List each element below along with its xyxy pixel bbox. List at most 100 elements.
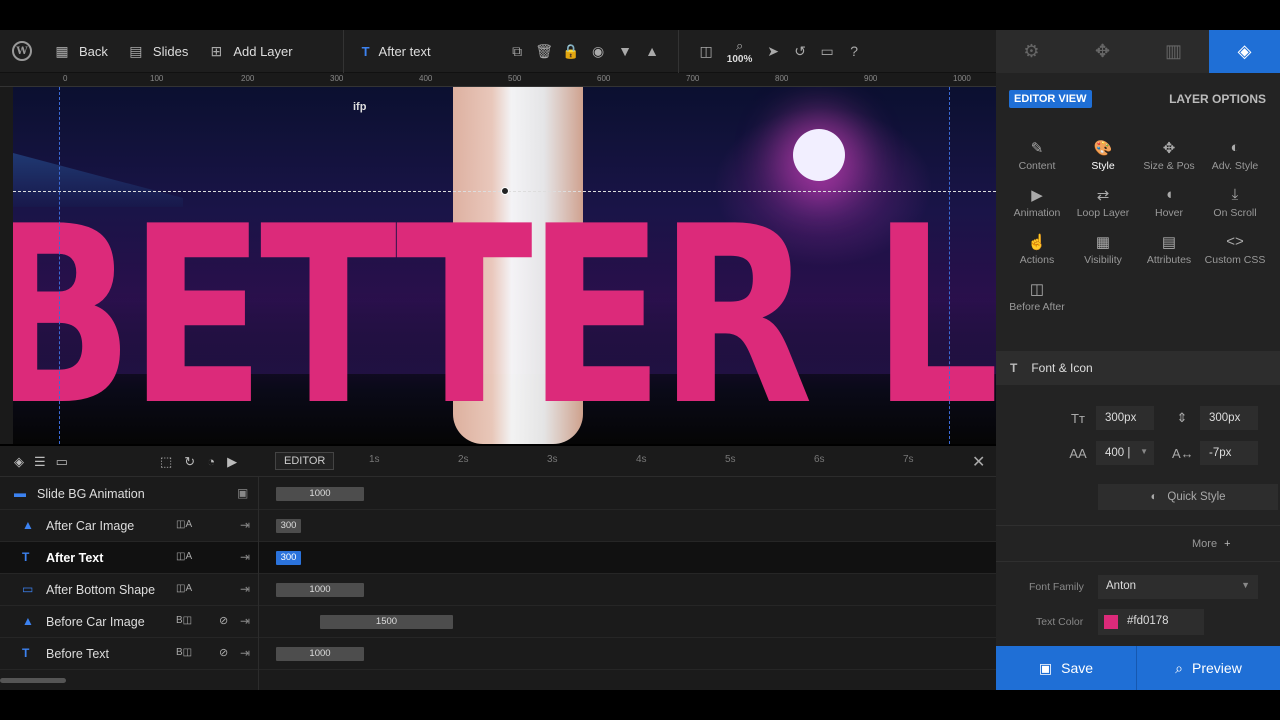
time-marker: 7s (903, 454, 914, 465)
editor-label: EDITOR (275, 452, 335, 470)
settings-tab[interactable]: ⚙ (996, 30, 1067, 73)
timeline-bar[interactable]: 1000 (276, 583, 364, 597)
split-view-icon[interactable]: ◫ (693, 43, 720, 60)
before-tag: B◫ (176, 615, 193, 626)
hidden-eye-icon[interactable]: ⊘ (219, 646, 228, 659)
animation-option[interactable]: ▶ Animation (1004, 186, 1070, 219)
timeline-row-selected[interactable]: T After Text ◫A ⇥ 300 (0, 542, 996, 574)
close-icon[interactable]: ✕ (972, 452, 985, 472)
text-icon: T (1010, 361, 1018, 375)
gallery-icon[interactable]: ▣ (237, 486, 248, 500)
font-icon-section-header[interactable]: T Font & Icon (996, 351, 1280, 385)
custom-css-option[interactable]: <> Custom CSS (1202, 233, 1268, 266)
letter-spacing-input[interactable]: -7px (1200, 441, 1258, 465)
back-button[interactable]: ▦ Back (44, 30, 118, 72)
help-icon[interactable]: ? (841, 43, 868, 59)
content-option[interactable]: ✎ Content (1004, 139, 1070, 172)
font-size-icon: Tт (1071, 410, 1085, 426)
timeline-header: ◈ ☰ ▭ ⬚ ↻ ◔ ▶ EDITOR 1s 2s 3s 4s 5s 6s 7… (0, 446, 996, 477)
attributes-option[interactable]: ▤ Attributes (1136, 233, 1202, 266)
timeline-row[interactable]: ▲ After Car Image ◫A ⇥ 300 (0, 510, 996, 542)
style-option[interactable]: 🎨 Style (1070, 139, 1136, 172)
align-end-icon[interactable]: ⇥ (240, 614, 250, 628)
download-icon: ⤓ (1231, 186, 1239, 203)
image-icon: ▬ (14, 486, 26, 500)
list-icon[interactable]: ☰ (34, 454, 46, 470)
folder-icon[interactable]: ▭ (56, 454, 68, 470)
align-end-icon[interactable]: ⇥ (240, 646, 250, 660)
horizontal-scrollbar[interactable] (0, 678, 66, 683)
align-end-icon[interactable]: ⇥ (240, 582, 250, 596)
font-weight-select[interactable]: 400 | ▼ (1096, 441, 1154, 465)
zoom-control[interactable]: ⌕ 100% (720, 38, 760, 65)
undo-icon[interactable]: ↺ (787, 43, 814, 60)
timeline-row[interactable]: ▲ Before Car Image B◫ ⊘ ⇥ 1500 (0, 606, 996, 638)
play-icon[interactable]: ▶ (227, 454, 237, 470)
zoom-level: 100% (726, 53, 753, 65)
size-pos-option[interactable]: ✥ Size & Pos (1136, 139, 1202, 172)
align-end-icon[interactable]: ⇥ (240, 518, 250, 532)
adv-style-option[interactable]: ◐ Adv. Style (1202, 139, 1268, 172)
slide-tab[interactable]: ▥ (1138, 30, 1209, 73)
layer-name: After Bottom Shape (46, 583, 156, 597)
font-family-select[interactable]: Anton ▼ (1098, 575, 1258, 599)
eye-icon[interactable]: ◉ (585, 43, 612, 60)
line-height-input[interactable]: 300px (1200, 406, 1258, 430)
slides-button[interactable]: ▤ Slides (118, 30, 198, 72)
hover-option[interactable]: ◖ Hover (1136, 186, 1202, 219)
layer-handle[interactable] (501, 187, 509, 195)
loop-layer-option[interactable]: ⇄ Loop Layer (1070, 186, 1136, 219)
font-size-input[interactable]: 300px (1096, 406, 1154, 430)
layer-name: Slide BG Animation (37, 487, 145, 501)
layer-name-field[interactable]: T After text (344, 30, 504, 72)
before-after-option[interactable]: ◫ Before After (1004, 280, 1070, 313)
vertical-guide (949, 87, 950, 444)
timeline-bar[interactable]: 300 (276, 519, 301, 533)
duplicate-icon[interactable]: ⧉ (504, 43, 531, 60)
quick-style-button[interactable]: ◐ Quick Style (1098, 484, 1278, 510)
timer-icon[interactable]: ◔ (207, 454, 215, 470)
select-icon[interactable]: ⬚ (160, 454, 172, 470)
actions-option[interactable]: ☝ Actions (1004, 233, 1070, 266)
timeline-bar[interactable]: 1000 (276, 487, 364, 501)
save-label: Save (1061, 660, 1094, 676)
layer-tab[interactable]: ◈ (1209, 30, 1280, 73)
plus-icon: + (1224, 538, 1231, 550)
refresh-icon[interactable]: ↻ (184, 454, 195, 470)
slide-canvas[interactable]: ifp BETTER LIFE (13, 87, 996, 444)
gear-icon: ⚙ (1023, 41, 1040, 61)
layers-icon[interactable]: ◈ (14, 454, 24, 470)
text-color-label: Text Color (1036, 616, 1084, 628)
chevron-up-icon[interactable]: ▲ (639, 43, 666, 59)
lock-icon[interactable]: 🔒 (558, 43, 585, 60)
editor-view-badge[interactable]: EDITOR VIEW (1009, 90, 1092, 108)
hidden-eye-icon[interactable]: ⊘ (219, 614, 228, 627)
timeline-bar[interactable]: 1500 (320, 615, 453, 629)
more-toggle[interactable]: More + (1192, 538, 1231, 550)
navigation-tab[interactable]: ✥ (1067, 30, 1138, 73)
font-weight-icon: AA (1069, 445, 1087, 461)
color-swatch[interactable] (1104, 615, 1118, 629)
back-label: Back (79, 43, 108, 59)
code-icon: <> (1226, 233, 1244, 250)
headline-text-layer[interactable]: BETTER LIFE (13, 187, 996, 445)
options-grid: ✎ Content 🎨 Style ✥ Size & Pos ◐ Adv. Style … (1004, 139, 1274, 313)
add-layer-button[interactable]: ⊞ Add Layer (198, 30, 302, 72)
timeline-row[interactable]: ▭ After Bottom Shape ◫A ⇥ 1000 (0, 574, 996, 606)
preview-button[interactable]: ⌕ Preview (1137, 646, 1280, 690)
layer-name: Before Text (46, 647, 110, 661)
align-end-icon[interactable]: ⇥ (240, 550, 250, 564)
on-scroll-option[interactable]: ⤓ On Scroll (1202, 186, 1268, 219)
visibility-option[interactable]: ▦ Visibility (1070, 233, 1136, 266)
save-button[interactable]: ▣ Save (996, 646, 1137, 690)
pointer-icon[interactable]: ➤ (760, 43, 787, 60)
monitor-icon[interactable]: ▭ (814, 43, 841, 60)
trash-icon[interactable]: 🗑 (531, 43, 558, 60)
ruler-tick: 800 (775, 74, 789, 83)
chevron-down-icon[interactable]: ▼ (612, 43, 639, 59)
wordpress-logo-button[interactable]: W (0, 30, 44, 72)
timeline-row[interactable]: T Before Text B◫ ⊘ ⇥ 1000 (0, 638, 996, 670)
timeline-bar[interactable]: 1000 (276, 647, 364, 661)
timeline-row[interactable]: ▬ Slide BG Animation ▣ 1000 (0, 478, 996, 510)
timeline-bar[interactable]: 300 (276, 551, 301, 565)
